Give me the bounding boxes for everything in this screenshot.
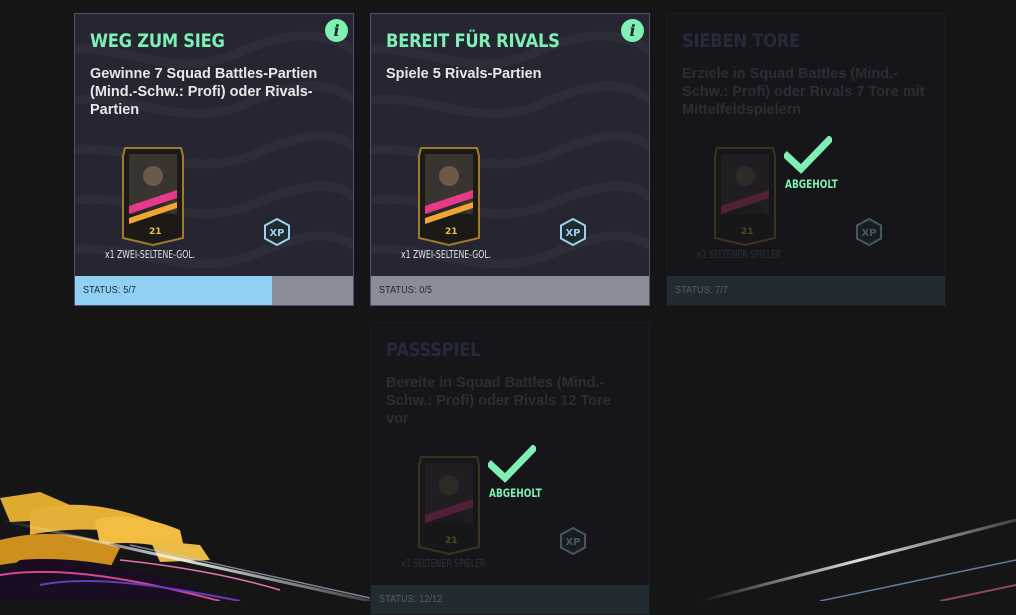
info-icon[interactable]: i [621, 19, 644, 42]
objective-description: Bereite in Squad Battles (Mind.-Schw.: P… [386, 375, 611, 427]
status-bar: STATUS: 7/7 [667, 276, 945, 305]
objective-title: PASSSPIEL [386, 339, 481, 361]
objective-description: Gewinne 7 Squad Battles-Partien (Mind.-S… [90, 66, 318, 118]
objective-card-sieben-tore[interactable]: SIEBEN TORE Erziele in Squad Battles (Mi… [666, 13, 946, 306]
xp-icon: XP [856, 218, 882, 246]
reward-label: x1 ZWEI-SELTENE-GOL... [105, 249, 196, 261]
objective-title: SIEBEN TORE [682, 30, 800, 52]
xp-icon: XP [560, 527, 586, 555]
player-card-reward-icon: 21 [122, 147, 184, 246]
status-text: STATUS: 5/7 [83, 284, 137, 296]
reward-label: x1 SELTENER SPIELER ... [401, 558, 492, 570]
objective-card-bereit-fuer-rivals[interactable]: i BEREIT FÜR RIVALS Spiele 5 Rivals-Part… [370, 13, 650, 306]
objective-description: Spiele 5 Rivals-Partien [386, 66, 542, 82]
objective-title: WEG ZUM SIEG [90, 30, 225, 52]
player-card-reward-icon: 21 [714, 147, 776, 246]
checkmark-icon [784, 136, 832, 174]
svg-text:XP: XP [565, 537, 580, 548]
svg-text:XP: XP [861, 228, 876, 239]
xp-icon: XP [560, 218, 586, 246]
reward-label: x1 ZWEI-SELTENE-GOL... [401, 249, 492, 261]
status-bar: STATUS: 0/5 [371, 276, 649, 305]
claimed-label: ABGEHOLT [785, 177, 838, 191]
svg-text:XP: XP [269, 228, 284, 239]
objective-description: Erziele in Squad Battles (Mind.-Schw.: P… [682, 66, 925, 118]
reward-label: x1 SELTENER SPIELER ... [697, 249, 788, 261]
svg-text:XP: XP [565, 228, 580, 239]
svg-text:21: 21 [445, 536, 458, 546]
status-text: STATUS: 7/7 [675, 284, 729, 296]
status-bar: STATUS: 5/7 [75, 276, 353, 305]
objective-card-weg-zum-sieg[interactable]: i WEG ZUM SIEG Gewinne 7 Squad Battles-P… [74, 13, 354, 306]
objective-title: BEREIT FÜR RIVALS [386, 30, 560, 52]
svg-text:21: 21 [149, 227, 162, 237]
status-text: STATUS: 12/12 [379, 593, 443, 605]
player-card-reward-icon: 21 [418, 456, 480, 555]
claimed-label: ABGEHOLT [489, 486, 542, 500]
svg-text:21: 21 [741, 227, 754, 237]
info-icon[interactable]: i [325, 19, 348, 42]
objective-card-passspiel[interactable]: PASSSPIEL Bereite in Squad Battles (Mind… [370, 322, 650, 615]
svg-text:21: 21 [445, 227, 458, 237]
status-bar: STATUS: 12/12 [371, 585, 649, 614]
xp-icon: XP [264, 218, 290, 246]
checkmark-icon [488, 445, 536, 483]
player-card-reward-icon: 21 [418, 147, 480, 246]
status-text: STATUS: 0/5 [379, 284, 433, 296]
card-texture [75, 31, 353, 269]
card-texture [371, 31, 649, 269]
